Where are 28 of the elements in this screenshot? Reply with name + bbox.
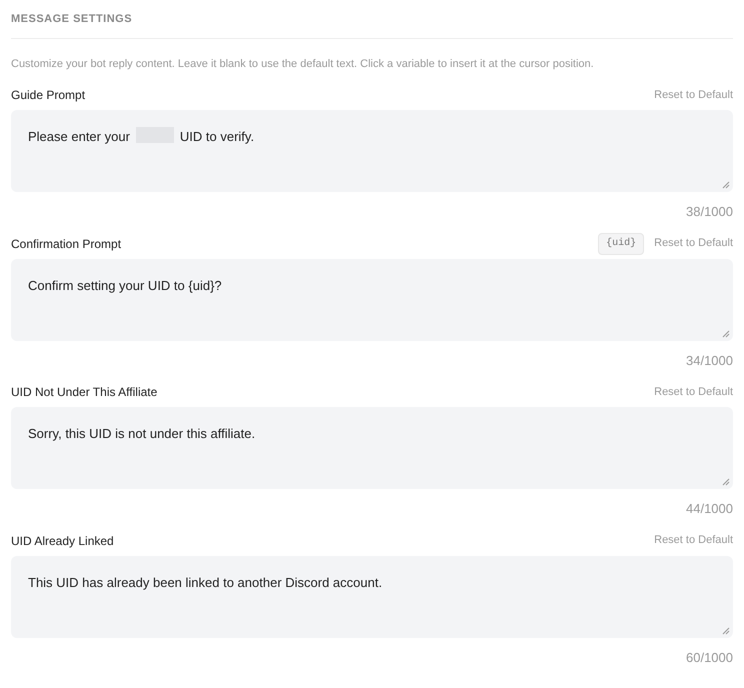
reset-link[interactable]: Reset to Default: [654, 235, 733, 252]
field-label: UID Already Linked: [11, 532, 114, 550]
character-count: 34/1000: [686, 352, 733, 370]
character-count: 38/1000: [686, 203, 733, 221]
text-area[interactable]: Please enter your UID to verify.: [11, 110, 733, 192]
field-text: This UID has already been linked to another Discord account.: [28, 574, 382, 592]
field-label: Confirmation Prompt: [11, 236, 122, 252]
field-text: Confirm setting your UID to {uid}?: [28, 276, 222, 295]
section-title: MESSAGE SETTINGS: [11, 12, 134, 26]
character-count: 60/1000: [686, 648, 733, 666]
reset-link[interactable]: Reset to Default: [654, 86, 733, 104]
variable-chip[interactable]: {uid}: [598, 232, 644, 254]
field-text: UID to verify.: [180, 128, 254, 146]
character-count: 44/1000: [686, 500, 733, 518]
resize-handle-icon[interactable]: [722, 181, 730, 189]
resize-handle-icon[interactable]: [722, 330, 730, 338]
field-label: Guide Prompt: [11, 87, 86, 104]
reset-link[interactable]: Reset to Default: [654, 532, 733, 549]
resize-handle-icon[interactable]: [722, 626, 730, 634]
description: Customize your bot reply content. Leave it blank to use the default text. Click a variable to insert it at the cursor position.: [11, 57, 595, 71]
field-text: Sorry, this UID is not under this affiliate.: [28, 425, 256, 443]
text-area[interactable]: Confirm setting your UID to {uid}?: [11, 258, 733, 340]
text-area[interactable]: Sorry, this UID is not under this affiliate.: [11, 407, 733, 489]
reset-link[interactable]: Reset to Default: [654, 384, 733, 400]
field-text: Please enter your: [28, 128, 130, 146]
text-area[interactable]: This UID has already been linked to another Discord account.: [11, 556, 733, 638]
field-label: UID Not Under This Affiliate: [11, 384, 158, 401]
resize-handle-icon[interactable]: [722, 478, 730, 486]
